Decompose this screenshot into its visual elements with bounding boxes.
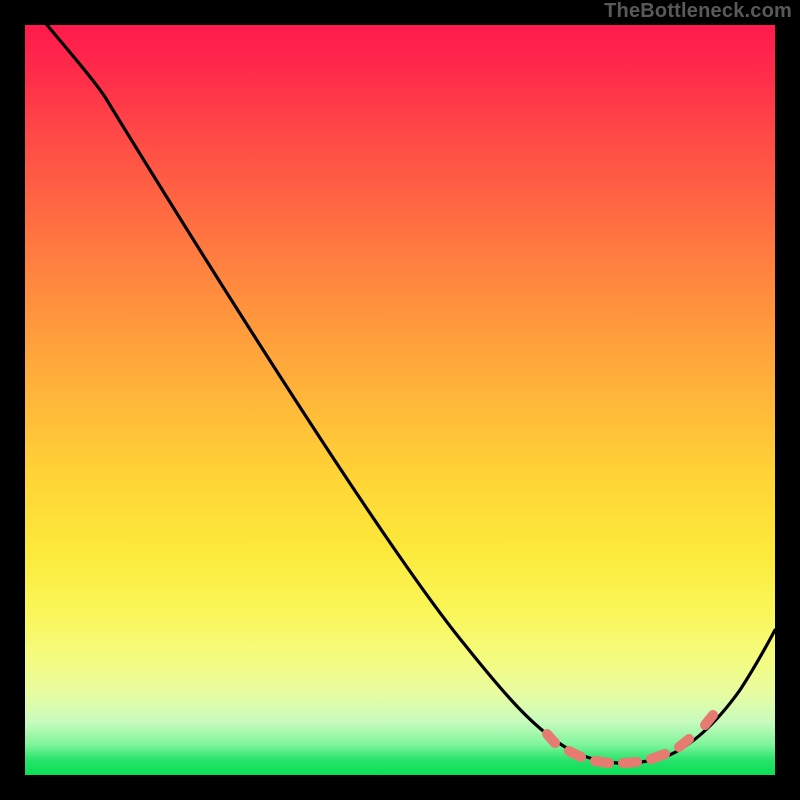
bottleneck-curve bbox=[25, 25, 775, 775]
plot-area bbox=[25, 25, 775, 775]
watermark-text: TheBottleneck.com bbox=[604, 0, 792, 23]
curve-path bbox=[47, 25, 775, 763]
optimal-zone-markers bbox=[547, 715, 713, 763]
chart-frame: TheBottleneck.com bbox=[0, 0, 800, 800]
